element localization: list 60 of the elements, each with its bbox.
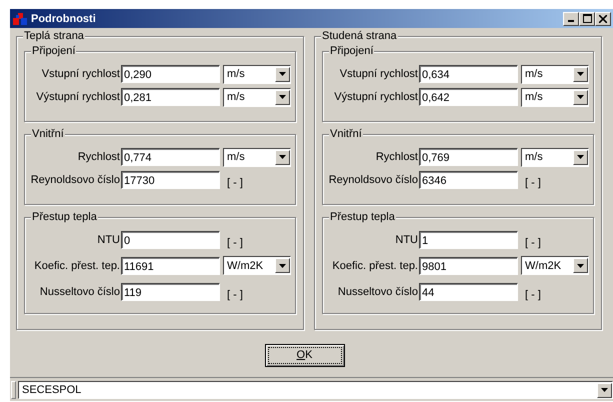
input-field[interactable]: 0 [121,230,220,248]
group-title: Vnitřní [31,128,65,140]
input-field[interactable]: 6346 [419,171,518,189]
input-field[interactable]: 0,634 [419,65,518,83]
input-field[interactable]: 0,281 [121,88,220,106]
field-label: Výstupní rychlost [333,91,418,103]
minimize-icon [568,20,574,22]
field-label: Koefic. přest. tep. [33,260,120,272]
input-field[interactable]: 1 [419,230,518,248]
field-label: Rychlost [374,151,418,163]
group-title: Připojení [329,45,374,57]
unit-dropdown[interactable]: m/s [521,148,589,166]
unit-label: [ - ] [227,288,243,300]
input-field[interactable]: 0,774 [121,148,220,166]
input-field[interactable]: 0,769 [419,148,518,166]
input-field[interactable]: 44 [419,282,518,300]
group-title: Přestup tepla [329,211,396,223]
maximize-icon [582,14,592,23]
unit-label: [ - ] [525,288,541,300]
unit-label: [ - ] [525,236,541,248]
unit-label: [ - ] [227,177,243,189]
input-field[interactable]: 0,642 [419,88,518,106]
unit-label: [ - ] [525,177,541,189]
input-field[interactable]: 9801 [419,256,518,274]
app-icon [12,12,28,26]
field-label: Reynoldsovo číslo [30,174,120,186]
unit-label: [ - ] [227,236,243,248]
input-field[interactable]: 0,290 [121,65,220,83]
field-label: Výstupní rychlost [35,91,120,103]
maximize-button[interactable] [579,12,595,26]
close-button[interactable] [595,12,611,26]
unit-dropdown[interactable]: m/s [223,64,291,84]
unit-dropdown[interactable]: m/s [521,64,589,84]
group-title: Přestup tepla [31,211,98,223]
field-label: Nusseltovo číslo [38,286,120,298]
group-title: Připojení [31,45,76,57]
field-label: Vstupní rychlost [40,68,120,80]
unit-dropdown[interactable]: m/s [223,148,291,166]
group-title: Teplá strana [23,30,85,42]
close-icon [599,14,607,22]
unit-dropdown[interactable]: W/m2K [223,256,291,275]
field-label: Nusseltovo číslo [336,286,418,298]
field-label: Vstupní rychlost [338,68,418,80]
input-field[interactable]: 17730 [121,171,220,189]
field-label: NTU [394,234,418,246]
input-field[interactable]: 11691 [121,256,220,274]
window-title: Podrobnosti [31,12,97,24]
group-title: Vnitřní [329,128,363,140]
combo-box[interactable]: SECESPOL [18,381,613,399]
field-label: NTU [96,234,120,246]
minimize-button[interactable] [563,12,579,26]
field-label: Rychlost [76,151,120,163]
unit-dropdown[interactable]: m/s [223,88,291,106]
ok-button[interactable]: OK [264,344,344,367]
field-label: Reynoldsovo číslo [328,174,418,186]
unit-dropdown[interactable]: W/m2K [521,256,589,275]
input-field[interactable]: 119 [121,282,220,300]
group-title: Studená strana [321,30,398,42]
field-label: Koefic. přest. tep. [331,260,418,272]
unit-dropdown[interactable]: m/s [521,88,589,106]
